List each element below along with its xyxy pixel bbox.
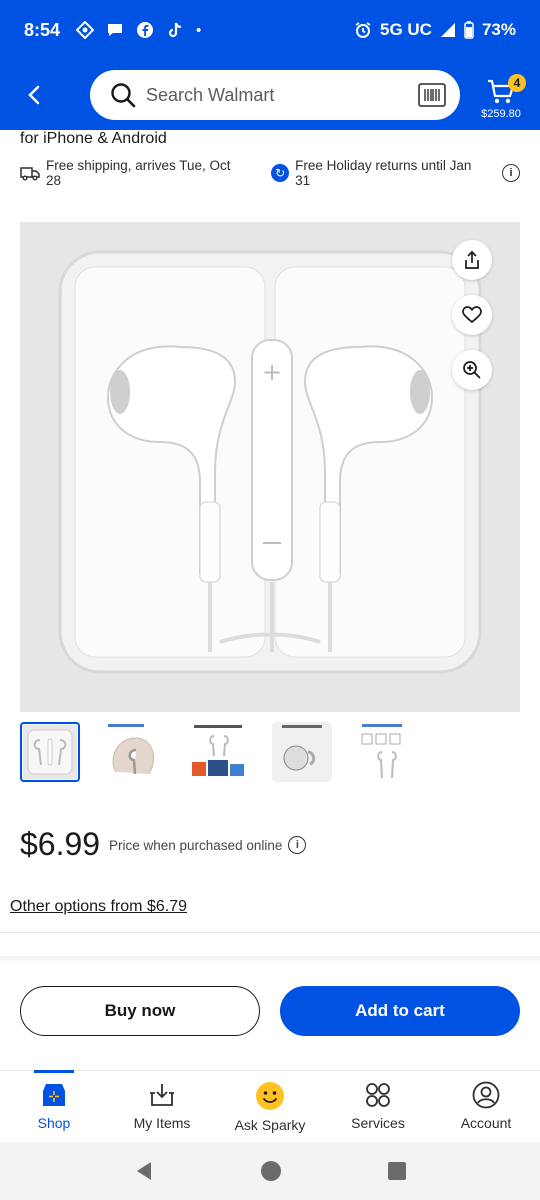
- heart-icon: [462, 306, 482, 324]
- my-items-icon: [150, 1084, 174, 1106]
- system-nav-bar: [0, 1142, 540, 1200]
- search-input[interactable]: Search Walmart: [90, 70, 460, 120]
- alarm-icon: [355, 22, 371, 38]
- divider: [0, 932, 540, 933]
- chat-notification-icon: [108, 24, 123, 36]
- truck-icon: [20, 167, 40, 181]
- price-note: Price when purchased online i: [109, 836, 307, 854]
- thumbnail-strip: [20, 722, 416, 782]
- thumbnail-1[interactable]: [20, 722, 80, 782]
- search-icon: [111, 83, 136, 108]
- nav-item-services[interactable]: Services: [324, 1071, 432, 1142]
- buy-now-button[interactable]: Buy now: [20, 986, 260, 1036]
- share-button[interactable]: [452, 240, 492, 280]
- price-note-text: Price when purchased online: [109, 837, 283, 853]
- nav-label: My Items: [133, 1115, 191, 1131]
- tiktok-icon: [168, 22, 182, 38]
- info-icon[interactable]: i: [502, 164, 520, 182]
- returns-info: ↻ Free Holiday returns until Jan 31: [271, 158, 490, 188]
- nav-label: Shop: [37, 1115, 71, 1131]
- sparky-icon: [256, 1082, 284, 1110]
- section-shadow: [0, 956, 540, 966]
- shipping-text: Free shipping, arrives Tue, Oct 28: [45, 158, 231, 188]
- shop-icon: [43, 1084, 65, 1106]
- thumbnail-4[interactable]: [272, 722, 332, 782]
- price: $6.99: [20, 826, 101, 862]
- bottom-nav: Shop My Items Ask Sparky Services Accoun…: [0, 1070, 540, 1142]
- nav-item-shop[interactable]: Shop: [0, 1070, 108, 1142]
- share-icon: [465, 250, 479, 269]
- thumbnail-image: [104, 722, 164, 782]
- product-image[interactable]: +: [20, 222, 520, 712]
- svg-text:+: +: [262, 358, 282, 386]
- zoom-button[interactable]: [452, 350, 492, 390]
- thumbnail-5[interactable]: [356, 722, 416, 782]
- services-icon: [366, 1083, 390, 1107]
- barcode-scan-icon[interactable]: [418, 83, 446, 107]
- status-right: 5G UC 73%: [354, 20, 516, 40]
- cart-button[interactable]: 4 $259.80: [476, 72, 526, 128]
- add-to-cart-button[interactable]: Add to cart: [280, 986, 520, 1036]
- notification-icons: •: [76, 21, 201, 39]
- back-button[interactable]: [8, 69, 60, 121]
- app-header: Search Walmart 4 $259.80: [0, 60, 540, 130]
- nav-label: Services: [351, 1115, 405, 1131]
- product-title: for iPhone & Android: [20, 130, 167, 147]
- system-home-icon[interactable]: [260, 1160, 282, 1182]
- status-time: 8:54: [24, 19, 61, 40]
- cart-total: $259.80: [481, 108, 521, 120]
- zoom-in-icon: [463, 361, 481, 379]
- facebook-icon: [137, 22, 154, 38]
- search-placeholder: Search Walmart: [146, 84, 275, 105]
- chevron-left-icon: [28, 85, 40, 105]
- fulfillment-info: Free shipping, arrives Tue, Oct 28 ↻ Fre…: [20, 158, 520, 188]
- nav-label: Ask Sparky: [234, 1117, 306, 1133]
- thumbnail-image: [23, 725, 77, 779]
- nav-item-my-items[interactable]: My Items: [108, 1071, 216, 1142]
- nav-item-ask-sparky[interactable]: Ask Sparky: [216, 1071, 324, 1142]
- shipping-info: Free shipping, arrives Tue, Oct 28: [20, 158, 249, 188]
- more-notifications-icon: •: [196, 21, 202, 39]
- price-info-icon[interactable]: i: [288, 836, 307, 854]
- earbuds-picture: +: [20, 222, 520, 712]
- nav-item-account[interactable]: Account: [432, 1071, 540, 1142]
- network-label: 5G UC: [380, 20, 432, 39]
- account-icon: [472, 1081, 500, 1109]
- status-bar: 8:54 • 5G UC 73%: [0, 0, 540, 60]
- other-options-link[interactable]: Other options from $6.79: [10, 898, 187, 916]
- thumbnail-image: [188, 722, 248, 782]
- thumbnail-3[interactable]: [188, 722, 248, 782]
- thumbnail-image: [356, 722, 416, 782]
- system-recents-icon[interactable]: [387, 1161, 407, 1181]
- favorite-button[interactable]: [452, 295, 492, 335]
- thumbnail-2[interactable]: [104, 722, 164, 782]
- nav-label: Account: [460, 1115, 512, 1131]
- signal-icon: [440, 23, 455, 37]
- returns-text: Free Holiday returns until Jan 31: [295, 158, 472, 188]
- battery-level: 73%: [481, 20, 516, 39]
- system-back-icon[interactable]: [133, 1160, 155, 1182]
- app-notification-icon: [76, 21, 95, 39]
- battery-icon: [464, 21, 474, 39]
- cart-count-badge: 4: [508, 74, 526, 92]
- thumbnail-image: [272, 722, 332, 782]
- returns-icon: ↻: [271, 164, 290, 182]
